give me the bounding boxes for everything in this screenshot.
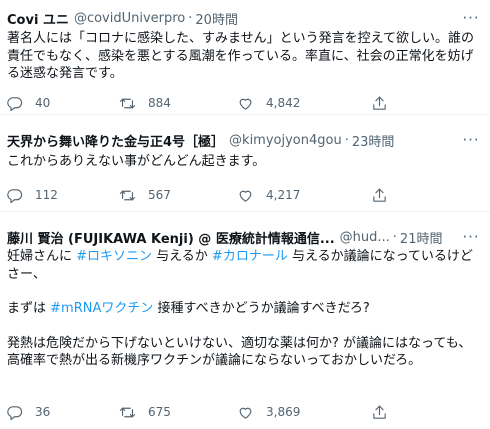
share-button[interactable] xyxy=(371,93,388,113)
separator-dot: · xyxy=(188,10,193,26)
like-count: 4,217 xyxy=(266,188,301,202)
retweet-icon xyxy=(119,407,136,417)
tweet-actions: 36 675 3,869 xyxy=(0,402,490,422)
user-handle[interactable]: @covidUniverpro xyxy=(74,11,185,26)
share-button[interactable] xyxy=(371,402,388,422)
like-icon xyxy=(239,98,252,110)
text-segment: 与えるか xyxy=(152,249,212,264)
reply-button[interactable]: 36 xyxy=(6,402,50,422)
tweet-header: Covi ユニ @covidUniverpro · 20時間 xyxy=(7,8,482,28)
tweet-header: 天界から舞い降りた金与正4号［極］ @kimyojyon4gou · 23時間 xyxy=(7,130,482,150)
hashtag-link[interactable]: #ロキソニン xyxy=(76,249,152,264)
like-button[interactable]: 3,869 xyxy=(237,402,300,422)
text-segment: 接種すべきかどうか議論すべきだろ? xyxy=(153,301,370,316)
user-handle[interactable]: @hud... xyxy=(340,230,390,245)
retweet-count: 675 xyxy=(148,405,171,419)
retweet-button[interactable]: 884 xyxy=(119,93,171,113)
hashtag-link[interactable]: #mRNAワクチン xyxy=(50,301,153,316)
retweet-count: 884 xyxy=(148,96,171,110)
like-button[interactable]: 4,842 xyxy=(237,93,300,113)
timeline: Covi ユニ @covidUniverpro · 20時間 ··· 著名人には… xyxy=(0,0,490,429)
tweet[interactable]: 藤川 賢治 (FUJIKAWA Kenji) @ 医療統計情報通信... @hu… xyxy=(0,212,490,429)
timestamp[interactable]: 20時間 xyxy=(195,9,238,28)
display-name[interactable]: Covi ユニ xyxy=(7,9,69,28)
more-icon[interactable]: ··· xyxy=(460,230,482,245)
reply-icon xyxy=(7,96,23,111)
share-icon xyxy=(373,188,386,202)
reply-icon xyxy=(7,188,23,203)
retweet-icon xyxy=(119,190,136,200)
retweet-button[interactable]: 567 xyxy=(119,185,171,205)
tweet[interactable]: 天界から舞い降りた金与正4号［極］ @kimyojyon4gou · 23時間 … xyxy=(0,115,490,212)
reply-button[interactable]: 40 xyxy=(6,93,50,113)
tweet-paragraph: まずは #mRNAワクチン 接種すべきかどうか議論すべきだろ? xyxy=(7,300,480,318)
share-icon xyxy=(373,96,386,110)
separator-dot: · xyxy=(344,132,349,148)
like-count: 4,842 xyxy=(266,96,301,110)
like-count: 3,869 xyxy=(266,405,301,419)
tweet-text: これからありえない事がどんどん起きます。 xyxy=(7,154,266,169)
hashtag-link[interactable]: #カロナール xyxy=(212,249,288,264)
text-segment: 妊婦さんに xyxy=(7,249,77,264)
retweet-icon xyxy=(119,98,136,108)
tweet-header: 藤川 賢治 (FUJIKAWA Kenji) @ 医療統計情報通信... @hu… xyxy=(7,227,460,247)
retweet-button[interactable]: 675 xyxy=(119,402,171,422)
more-icon[interactable]: ··· xyxy=(460,133,482,148)
tweet-paragraph: 発熱は危険だから下げないといけない、適切な薬は何か? が議論にはなっても、高確率… xyxy=(7,335,472,369)
tweet-actions: 112 567 4,217 xyxy=(0,185,490,205)
display-name[interactable]: 藤川 賢治 (FUJIKAWA Kenji) @ 医療統計情報通信... xyxy=(7,228,335,247)
timestamp[interactable]: 21時間 xyxy=(400,228,443,247)
more-icon[interactable]: ··· xyxy=(460,11,482,26)
reply-count: 40 xyxy=(35,96,51,110)
user-handle[interactable]: @kimyojyon4gou xyxy=(229,133,342,148)
tweet-text: 著名人には「コロナに感染した、すみません」という発言を控えて欲しい。誰の責任でも… xyxy=(7,31,474,81)
like-icon xyxy=(239,407,252,419)
share-icon xyxy=(373,405,386,419)
tweet-text: 妊婦さんに #ロキソニン 与えるか #カロナール 与えるか議論になっているけどさ… xyxy=(7,248,480,370)
retweet-count: 567 xyxy=(148,188,171,202)
separator-dot: · xyxy=(392,229,397,245)
tweet-paragraph: 妊婦さんに #ロキソニン 与えるか #カロナール 与えるか議論になっているけどさ… xyxy=(7,248,480,283)
share-button[interactable] xyxy=(371,185,388,205)
like-icon xyxy=(239,190,252,202)
reply-count: 112 xyxy=(35,188,58,202)
reply-icon xyxy=(7,405,23,420)
reply-count: 36 xyxy=(35,405,51,419)
display-name[interactable]: 天界から舞い降りた金与正4号［極］ xyxy=(7,131,224,150)
tweet-actions: 40 884 4,842 xyxy=(0,93,490,113)
like-button[interactable]: 4,217 xyxy=(237,185,300,205)
text-segment: まずは xyxy=(7,301,51,316)
tweet[interactable]: Covi ユニ @covidUniverpro · 20時間 ··· 著名人には… xyxy=(0,0,490,115)
reply-button[interactable]: 112 xyxy=(6,185,58,205)
timestamp[interactable]: 23時間 xyxy=(352,131,395,150)
